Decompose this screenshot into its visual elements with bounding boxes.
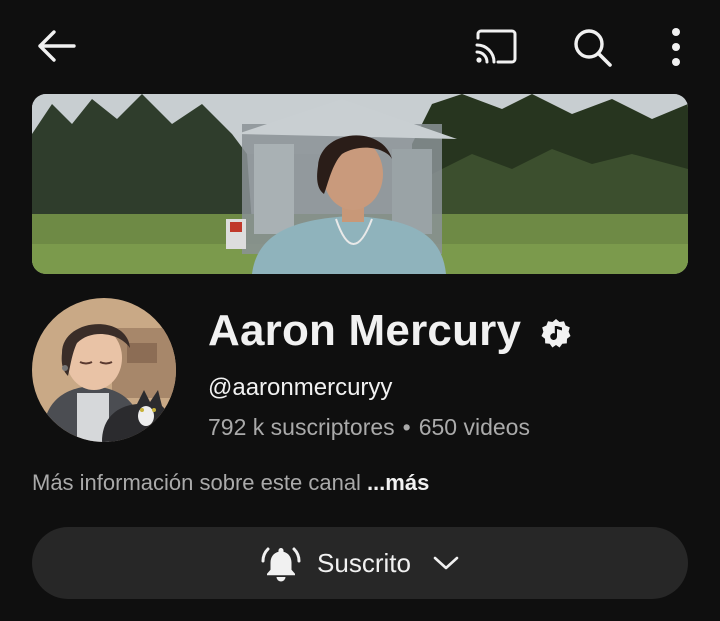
more-vertical-icon [672,28,680,66]
chevron-down-icon [433,556,459,570]
more-options-button[interactable] [654,22,698,72]
cast-icon [475,29,517,64]
subscribed-button[interactable]: Suscrito [32,527,688,599]
video-count: 650 videos [418,414,530,440]
subscribed-label: Suscrito [317,547,411,578]
cast-button[interactable] [468,24,524,70]
about-text: Más información sobre este canal [32,470,361,495]
back-button[interactable] [30,22,82,70]
channel-title: Aaron Mercury [208,306,571,356]
search-icon [574,29,612,67]
stats-separator: • [402,414,411,440]
channel-avatar[interactable] [32,298,176,442]
notification-bell-icon [261,547,301,582]
top-app-bar [0,0,720,92]
back-arrow-icon [38,30,76,62]
more-link[interactable]: ...más [367,470,429,495]
channel-name-text: Aaron Mercury [208,306,522,355]
channel-banner [32,94,688,274]
search-button[interactable] [566,22,618,72]
channel-handle: @aaronmercuryy [208,374,393,401]
channel-about-link[interactable]: Más información sobre este canal ...más [32,470,429,496]
subscriber-count: 792 k suscriptores [208,414,395,440]
verified-music-note-icon [541,318,571,348]
channel-stats: 792 k suscriptores • 650 videos [208,414,530,441]
